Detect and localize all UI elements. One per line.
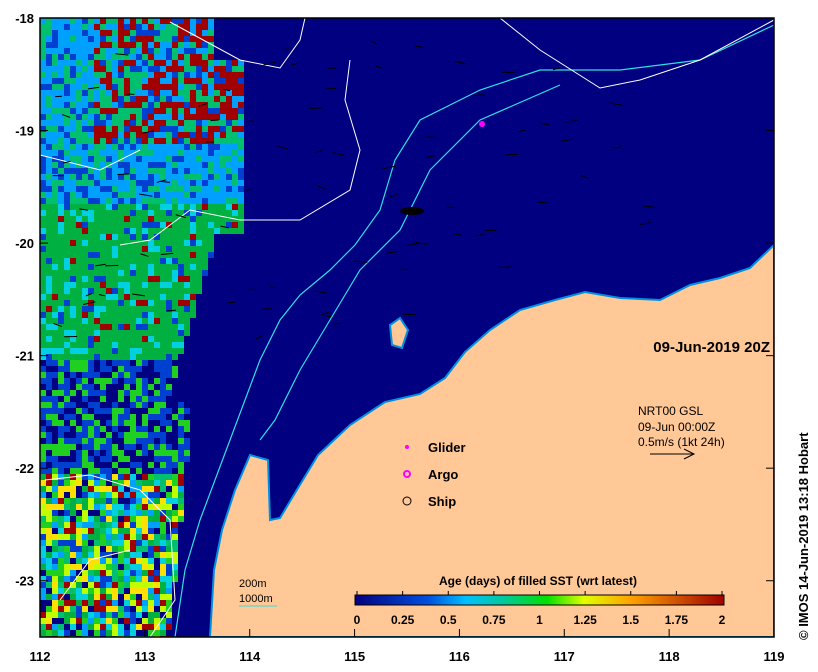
colorbar-tick-label: 1.25	[573, 613, 597, 627]
lon-tick-label: 116	[449, 649, 470, 664]
lon-tick-label: 117	[554, 649, 575, 664]
colorbar-tick-label: 1.5	[622, 613, 639, 627]
colorbar-tick-label: 0.25	[391, 613, 415, 627]
glider-icon	[405, 445, 409, 449]
ship-track	[400, 207, 424, 215]
colorbar-tick-label: 0	[354, 613, 361, 627]
lon-tick-label: 114	[239, 649, 261, 664]
lon-tick-label: 115	[344, 649, 365, 664]
lat-tick-label: -20	[15, 236, 34, 251]
svg-text:09-Jun 00:00Z: 09-Jun 00:00Z	[638, 420, 715, 434]
lat-tick-label: -18	[15, 11, 34, 26]
lat-tick-label: -22	[15, 461, 34, 476]
lon-tick-label: 113	[134, 649, 155, 664]
svg-text:Glider: Glider	[428, 440, 466, 455]
lat-tick-label: -23	[15, 574, 34, 589]
lon-tick-label: 119	[764, 649, 785, 664]
svg-text:1000m: 1000m	[239, 593, 273, 605]
lat-tick-label: -19	[15, 124, 34, 139]
colorbar-tick-label: 1	[536, 613, 543, 627]
colorbar-tick-label: 2	[719, 613, 726, 627]
svg-text:0.5m/s (1kt 24h): 0.5m/s (1kt 24h)	[638, 435, 725, 449]
credit: © IMOS 14-Jun-2019 13:18 Hobart	[796, 432, 811, 640]
lat-tick-label: -21	[15, 349, 34, 364]
svg-text:NRT00 GSL: NRT00 GSL	[638, 404, 703, 418]
colorbar-tick-label: 0.5	[440, 613, 457, 627]
glider-track	[479, 121, 485, 127]
svg-text:Ship: Ship	[428, 494, 456, 509]
lon-tick-label: 118	[659, 649, 680, 664]
colorbar-tick-label: 0.75	[482, 613, 506, 627]
svg-text:Argo: Argo	[428, 467, 458, 482]
lon-tick-label: 112	[30, 649, 51, 664]
sst-map: 112 113 114 115 116 117 118 119 -18 -19 -20 -21 -22 -…	[0, 0, 818, 672]
colorbar-tick-label: 1.75	[665, 613, 689, 627]
map-canvas: 112 113 114 115 116 117 118 119 -18 -19 -20 -21 -22 -…	[15, 11, 811, 664]
date-label: 09-Jun-2019 20Z	[653, 339, 770, 356]
svg-text:Age (days) of filled SST (wrt: Age (days) of filled SST (wrt latest)	[439, 574, 637, 588]
svg-text:200m: 200m	[239, 578, 267, 590]
